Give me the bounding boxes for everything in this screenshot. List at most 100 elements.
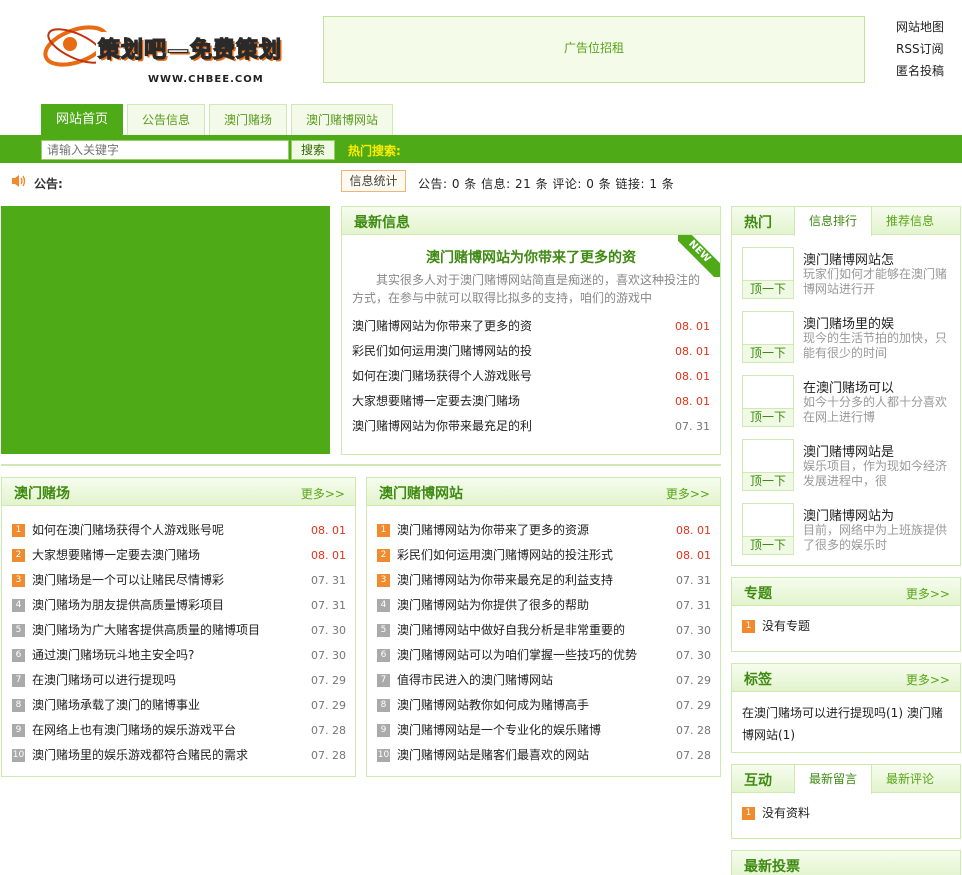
item-title: 在澳门赌场可以进行提现吗 [32,673,177,687]
tab-latest-comments[interactable]: 最新评论 [872,765,948,793]
list-item[interactable]: 10 澳门赌博网站是赌客们最喜欢的网站 07. 28 [377,743,711,768]
rank-badge: 8 [377,699,390,712]
list-item[interactable]: 3 澳门赌博网站为你带来最充足的利益支持 07. 31 [377,568,711,593]
list-item[interactable]: 澳门赌博网站为你带来了更多的资 08. 01 [352,314,710,339]
latest-list: 澳门赌博网站为你带来了更多的资 08. 01 彩民们如何运用澳门赌博网站的投 08.… [352,314,710,439]
tab-recommended[interactable]: 推荐信息 [872,207,948,235]
list-item[interactable]: 1 如何在澳门赌场获得个人游戏账号呢 08. 01 [12,518,346,543]
feature-title[interactable]: 澳门赌博网站为你带来了更多的资 [342,247,720,267]
tab-announcements[interactable]: 公告信息 [127,104,206,135]
list-item[interactable]: 2 大家想要赌博一定要去澳门赌场 08. 01 [12,543,346,568]
panel-header: 专题 更多>> [732,578,960,606]
list-item[interactable]: 9 在网络上也有澳门赌场的娱乐游戏平台 07. 28 [12,718,346,743]
upvote-button[interactable]: 顶一下 [743,280,793,298]
tab-casino-site[interactable]: 澳门赌博网站 [291,104,394,135]
tab-latest-messages[interactable]: 最新留言 [794,765,873,794]
item-title: 彩民们如何运用澳门赌博网站的投 [352,344,533,358]
hot-item-title: 澳门赌博网站是 [803,445,895,460]
interact-panel: 互动 最新留言 最新评论 1 没有资料 [731,764,961,839]
search-button[interactable]: 搜索 [291,140,335,160]
upvote-button[interactable]: 顶一下 [743,408,793,426]
hot-item[interactable]: 顶一下 澳门赌场里的娱 现今的生活节拍的加快，只能有很少的时间 [742,311,952,371]
item-title: 澳门赌博网站为你带来了更多的资 [352,319,533,333]
list-item[interactable]: 2 彩民们如何运用澳门赌博网站的投注形式 08. 01 [377,543,711,568]
list-item[interactable]: 7 在澳门赌场可以进行提现吗 07. 29 [12,668,346,693]
upvote-button[interactable]: 顶一下 [743,472,793,490]
item-date: 08. 01 [676,524,711,537]
item-title: 没有资料 [762,806,811,820]
rank-badge: 9 [12,724,25,737]
rank-badge: 2 [377,549,390,562]
rss-link[interactable]: RSS订阅 [896,38,956,60]
item-date: 08. 01 [675,395,710,408]
upvote-button[interactable]: 顶一下 [743,344,793,362]
list-item[interactable]: 4 澳门赌博网站为你提供了很多的帮助 07. 31 [377,593,711,618]
tag-cloud[interactable]: 在澳门赌场可以进行提现吗(1) 澳门赌博网站(1) [732,692,960,756]
item-title: 澳门赌博网站是一个专业化的娱乐赌博 [397,723,602,737]
list-item[interactable]: 9 澳门赌博网站是一个专业化的娱乐赌博 07. 28 [377,718,711,743]
list-item[interactable]: 如何在澳门赌场获得个人游戏账号 08. 01 [352,364,710,389]
list-item[interactable]: 澳门赌博网站为你带来最充足的利 07. 31 [352,414,710,439]
search-input[interactable] [41,140,289,160]
rank-badge: 3 [377,574,390,587]
item-title: 澳门赌场是一个可以让赌民尽情博彩 [32,573,225,587]
item-title: 澳门赌博网站可以为咱们掌握一些技巧的优势 [397,648,638,662]
item-date: 07. 29 [311,674,346,687]
tags-panel: 标签 更多>> 在澳门赌场可以进行提现吗(1) 澳门赌博网站(1) [731,663,961,753]
tab-casino[interactable]: 澳门赌场 [209,104,288,135]
list-item[interactable]: 1 澳门赌博网站为你带来了更多的资源 08. 01 [377,518,711,543]
list-item[interactable]: 大家想要赌博一定要去澳门赌场 08. 01 [352,389,710,414]
slideshow-area[interactable] [1,206,330,454]
item-title: 如何在澳门赌场获得个人游戏账号 [352,369,533,383]
sitemap-link[interactable]: 网站地图 [896,16,956,38]
rank-badge: 7 [377,674,390,687]
list-item[interactable]: 6 澳门赌博网站可以为咱们掌握一些技巧的优势 07. 30 [377,643,711,668]
list-item[interactable]: 3 澳门赌场是一个可以让赌民尽情博彩 07. 31 [12,568,346,593]
panel-title: 互动 [744,773,772,789]
list-item[interactable]: 彩民们如何运用澳门赌博网站的投 08. 01 [352,339,710,364]
item-title: 如何在澳门赌场获得个人游戏账号呢 [32,523,225,537]
item-title: 澳门赌博网站为你带来最充足的利 [352,419,533,433]
list-item[interactable]: 4 澳门赌场为朋友提供高质量博彩项目 07. 31 [12,593,346,618]
list-item[interactable]: 5 澳门赌场为广大赌客提供高质量的赌博项目 07. 30 [12,618,346,643]
hot-item[interactable]: 顶一下 澳门赌博网站是 娱乐项目，作为现如今经济发展进程中，很 [742,439,952,499]
notice-label: 公告: [34,177,63,191]
item-date: 07. 31 [676,599,711,612]
tab-home[interactable]: 网站首页 [41,104,124,135]
hot-item[interactable]: 顶一下 在澳门赌场可以 如今十分多的人都十分喜欢在网上进行博 [742,375,952,435]
more-link[interactable]: 更多>> [906,671,950,688]
hot-tabs: 信息排行 推荐信息 [794,207,948,236]
thumbnail: 顶一下 [742,375,794,427]
list-item[interactable]: 8 澳门赌场承载了澳门的赌博事业 07. 29 [12,693,346,718]
stats-tab[interactable]: 信息统计 [341,170,406,192]
anonymous-post-link[interactable]: 匿名投稿 [896,60,956,82]
list-item: 1 没有资料 [742,805,950,821]
more-link[interactable]: 更多>> [666,485,710,502]
item-date: 07. 31 [311,574,346,587]
hot-item-title: 澳门赌博网站为 [803,509,895,524]
hot-item-title: 在澳门赌场可以 [803,381,895,396]
list-item[interactable]: 7 值得市民进入的澳门赌博网站 07. 29 [377,668,711,693]
site-logo[interactable]: 策划吧—免费策划 WWW.CHBEE.COM [40,18,285,86]
tab-ranking[interactable]: 信息排行 [794,207,873,236]
upvote-button[interactable]: 顶一下 [743,536,793,554]
item-title: 在网络上也有澳门赌场的娱乐游戏平台 [32,723,237,737]
list-item[interactable]: 8 澳门赌博网站教你如何成为赌博高手 07. 29 [377,693,711,718]
list-item[interactable]: 6 通过澳门赌场玩斗地主安全吗? 07. 30 [12,643,346,668]
rank-badge: 1 [12,524,25,537]
thumbnail: 顶一下 [742,439,794,491]
ad-banner[interactable]: 广告位招租 [323,16,865,83]
more-link[interactable]: 更多>> [301,485,345,502]
more-link[interactable]: 更多>> [906,585,950,602]
hot-item[interactable]: 顶一下 澳门赌博网站为 目前，网络中为上班族提供了很多的娱乐时 [742,503,952,563]
speaker-icon [12,175,26,187]
interact-list: 1 没有资料 [732,793,960,833]
item-date: 07. 28 [311,749,346,762]
list-item[interactable]: 10 澳门赌场里的娱乐游戏都符合赌民的需求 07. 28 [12,743,346,768]
list-item[interactable]: 5 澳门赌博网站中做好自我分析是非常重要的 07. 30 [377,618,711,643]
hot-item[interactable]: 顶一下 澳门赌博网站怎 玩家们如何才能够在澳门赌博网站进行开 [742,247,952,307]
item-title: 通过澳门赌场玩斗地主安全吗? [32,648,195,662]
item-date: 08. 01 [675,320,710,333]
item-title: 大家想要赌博一定要去澳门赌场 [32,548,201,562]
item-date: 07. 28 [676,749,711,762]
